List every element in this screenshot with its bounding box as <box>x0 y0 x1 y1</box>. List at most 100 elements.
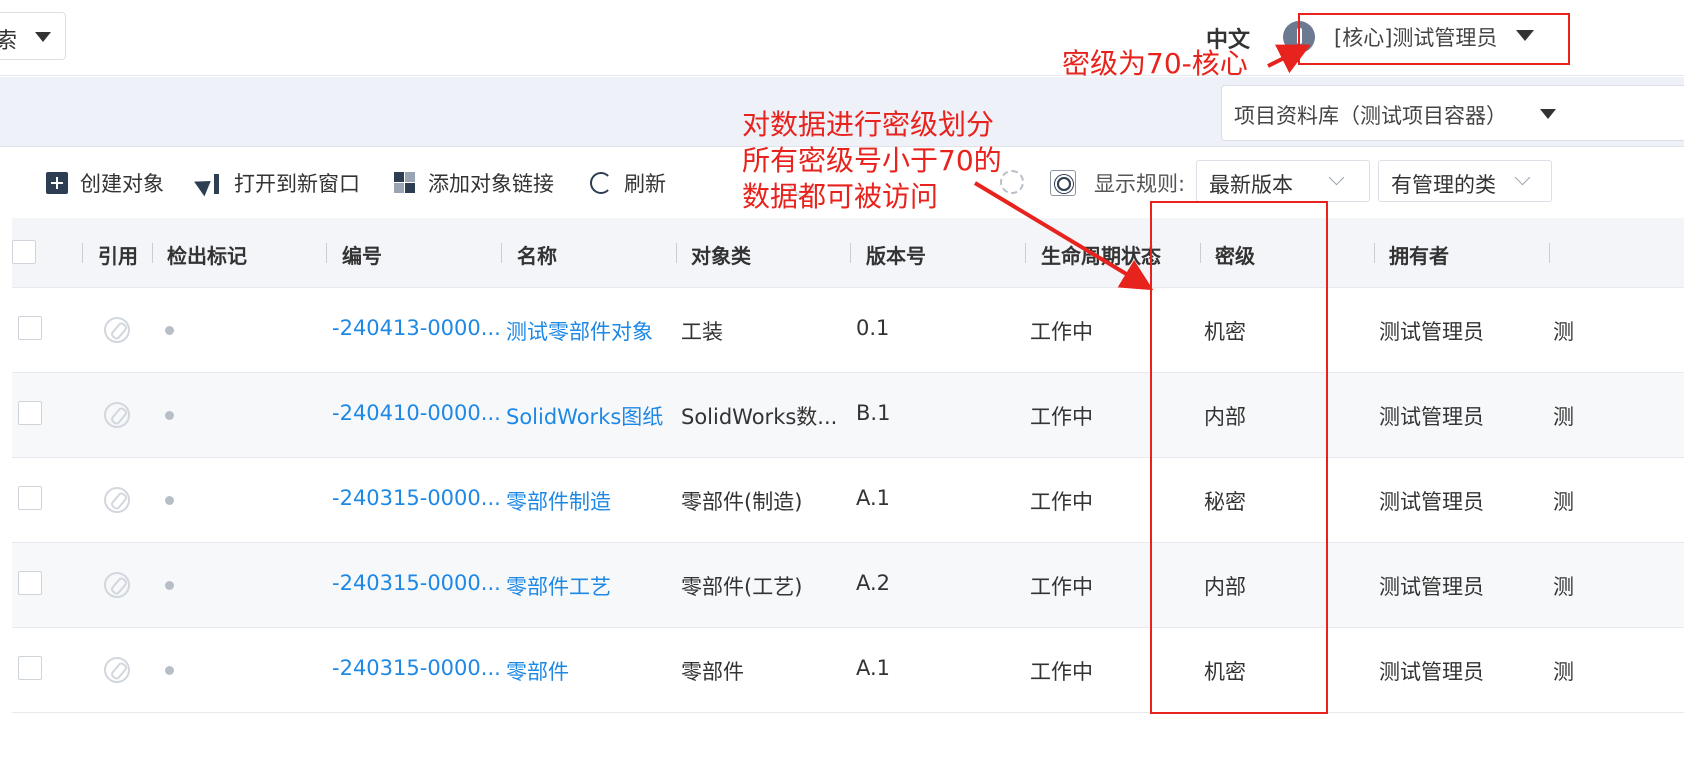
column-header-name[interactable]: 名称 <box>517 240 557 269</box>
display-rule-label: 显示规则: <box>1094 172 1186 196</box>
cell-version: A.1 <box>856 486 891 510</box>
class-filter-value: 有管理的类 <box>1391 173 1496 197</box>
table-row[interactable]: -240413-0000... 测试零部件对象 工装 0.1 工作中 机密 测试… <box>12 288 1684 373</box>
column-header-lifecycle[interactable]: 生命周期状态 <box>1041 240 1161 269</box>
cell-state: 工作中 <box>1030 575 1093 599</box>
reference-icon <box>104 487 130 513</box>
reference-icon <box>104 657 130 683</box>
table-header: 引用 检出标记 编号 名称 对象类 版本号 生命周期状态 密级 拥有者 <box>12 218 1684 288</box>
caret-down-icon <box>35 32 51 42</box>
cell-truncated: 测 <box>1553 575 1574 599</box>
table-row[interactable]: -240410-0000... SolidWorks图纸 SolidWorks数… <box>12 373 1684 458</box>
row-checkbox[interactable] <box>18 401 42 425</box>
version-filter-value: 最新版本 <box>1209 173 1293 197</box>
checkout-dot <box>165 326 174 335</box>
annotation-user-note: 密级为70-核心 <box>1062 47 1248 80</box>
search-scope-label: 索 <box>0 29 18 54</box>
class-filter-select[interactable]: 有管理的类 <box>1378 160 1552 202</box>
refresh-label: 刷新 <box>624 172 666 196</box>
plus-square-icon <box>46 172 68 194</box>
reference-icon <box>104 402 130 428</box>
column-header-version[interactable]: 版本号 <box>866 240 926 269</box>
chevron-down-icon <box>1328 169 1345 186</box>
cell-owner: 测试管理员 <box>1379 660 1484 684</box>
row-checkbox[interactable] <box>18 571 42 595</box>
gear-icon[interactable] <box>1050 170 1076 196</box>
cell-state: 工作中 <box>1030 490 1093 514</box>
cell-number[interactable]: -240413-0000... <box>332 316 501 340</box>
column-divider <box>676 243 677 263</box>
column-divider <box>152 243 153 263</box>
cell-name[interactable]: 测试零部件对象 <box>506 316 653 346</box>
annotation-data-note-line3: 数据都可被访问 <box>742 180 939 213</box>
column-header-checkout[interactable]: 检出标记 <box>167 240 247 269</box>
cell-version: B.1 <box>856 401 891 425</box>
row-checkbox[interactable] <box>18 656 42 680</box>
refresh-icon <box>590 172 612 194</box>
select-all-checkbox[interactable] <box>12 240 36 264</box>
cell-class: 零部件(工艺) <box>681 575 803 599</box>
cell-truncated: 测 <box>1553 320 1574 344</box>
cell-number[interactable]: -240315-0000... <box>332 486 501 510</box>
cell-name[interactable]: 零部件 <box>506 656 569 686</box>
annotation-user-box <box>1298 13 1570 65</box>
cell-class: 零部件(制造) <box>681 490 803 514</box>
cell-state: 工作中 <box>1030 405 1093 429</box>
version-filter-select[interactable]: 最新版本 <box>1196 160 1370 202</box>
cell-name[interactable]: 零部件工艺 <box>506 571 611 601</box>
cell-truncated: 测 <box>1553 660 1574 684</box>
cell-class: 零部件 <box>681 660 744 684</box>
column-header-class[interactable]: 对象类 <box>691 240 751 269</box>
cell-name[interactable]: 零部件制造 <box>506 486 611 516</box>
cell-owner: 测试管理员 <box>1379 575 1484 599</box>
cell-class: 工装 <box>681 320 723 344</box>
cell-number[interactable]: -240315-0000... <box>332 656 501 680</box>
column-header-number[interactable]: 编号 <box>342 240 382 269</box>
column-divider <box>1374 243 1375 263</box>
cell-number[interactable]: -240315-0000... <box>332 571 501 595</box>
chevron-down-icon <box>1514 169 1531 186</box>
column-divider <box>1025 243 1026 263</box>
cell-owner: 测试管理员 <box>1379 490 1484 514</box>
column-divider <box>1549 243 1550 263</box>
link-icon <box>394 172 416 194</box>
cell-version: A.2 <box>856 571 891 595</box>
cell-owner: 测试管理员 <box>1379 320 1484 344</box>
reload-icon[interactable] <box>1000 170 1024 194</box>
checkout-dot <box>165 666 174 675</box>
column-divider <box>326 243 327 263</box>
table-row[interactable]: -240315-0000... 零部件工艺 零部件(工艺) A.2 工作中 内部… <box>12 543 1684 628</box>
open-new-window-button[interactable]: 打开到新窗口 <box>198 168 360 198</box>
row-checkbox[interactable] <box>18 486 42 510</box>
annotation-data-note-line1: 对数据进行密级划分 <box>742 108 995 141</box>
open-new-window-label: 打开到新窗口 <box>234 172 360 196</box>
search-scope-dropdown[interactable]: 索 <box>0 12 66 60</box>
reference-icon <box>104 317 130 343</box>
column-header-owner[interactable]: 拥有者 <box>1389 240 1449 269</box>
caret-down-icon <box>1540 109 1556 119</box>
reference-icon <box>104 572 130 598</box>
cell-version: A.1 <box>856 656 891 680</box>
column-header-reference[interactable]: 引用 <box>98 240 138 269</box>
cell-state: 工作中 <box>1030 660 1093 684</box>
table-row[interactable]: -240315-0000... 零部件 零部件 A.1 工作中 机密 测试管理员… <box>12 628 1684 713</box>
container-label: 项目资料库（测试项目容器） <box>1234 104 1507 128</box>
add-link-button[interactable]: 添加对象链接 <box>394 168 554 198</box>
row-checkbox[interactable] <box>18 316 42 340</box>
add-link-label: 添加对象链接 <box>428 172 554 196</box>
cell-version: 0.1 <box>856 316 890 340</box>
cell-owner: 测试管理员 <box>1379 405 1484 429</box>
cell-number[interactable]: -240410-0000... <box>332 401 501 425</box>
cell-name[interactable]: SolidWorks图纸 <box>506 401 663 431</box>
cell-truncated: 测 <box>1553 490 1574 514</box>
cell-state: 工作中 <box>1030 320 1093 344</box>
container-select[interactable]: 项目资料库（测试项目容器） <box>1221 85 1684 141</box>
create-object-button[interactable]: 创建对象 <box>46 168 164 198</box>
table-row[interactable]: -240315-0000... 零部件制造 零部件(制造) A.1 工作中 秘密… <box>12 458 1684 543</box>
checkout-dot <box>165 496 174 505</box>
create-object-label: 创建对象 <box>80 172 164 196</box>
annotation-secret-column-box <box>1150 201 1328 714</box>
cell-truncated: 测 <box>1553 405 1574 429</box>
column-divider <box>501 243 502 263</box>
refresh-button[interactable]: 刷新 <box>590 168 666 198</box>
